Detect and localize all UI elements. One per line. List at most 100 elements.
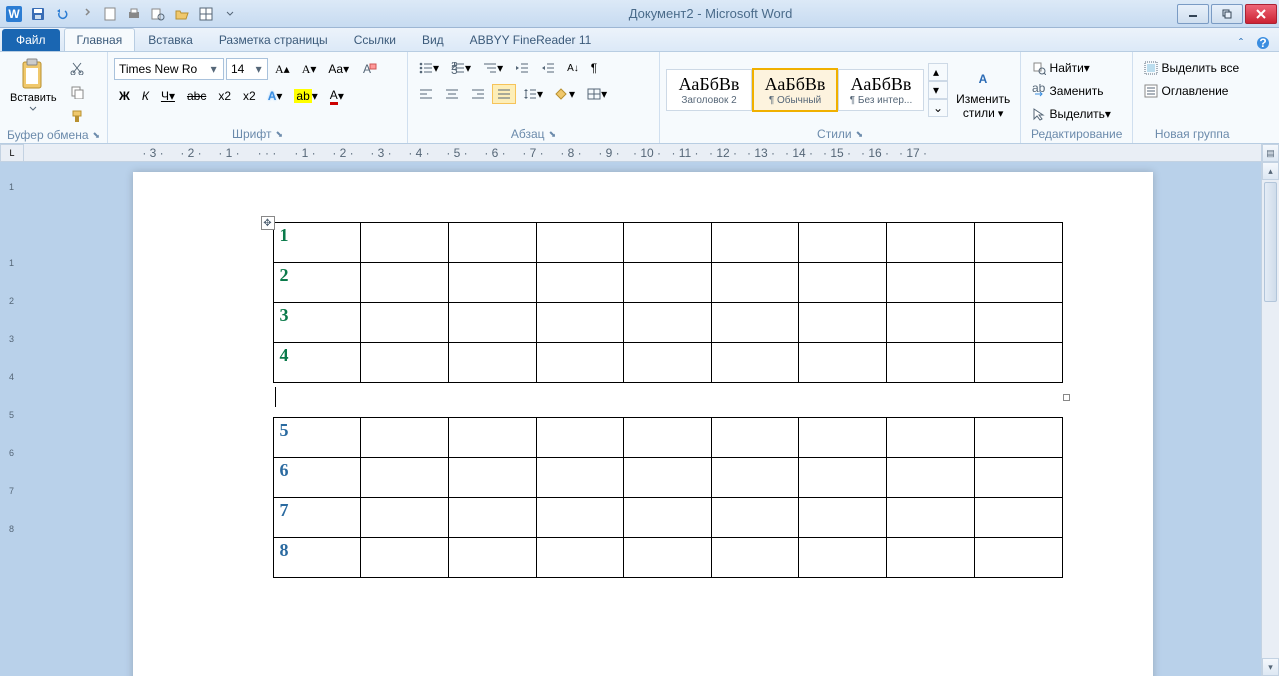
table-cell[interactable]: [887, 343, 975, 383]
table-cell[interactable]: [799, 418, 887, 458]
cut-button[interactable]: [65, 58, 89, 78]
new-doc-icon[interactable]: [100, 4, 120, 24]
format-painter-button[interactable]: [65, 106, 89, 126]
bold-button[interactable]: Ж: [114, 86, 135, 106]
minimize-button[interactable]: [1177, 4, 1209, 24]
table-icon[interactable]: [196, 4, 216, 24]
table-cell[interactable]: [361, 458, 449, 498]
table-cell[interactable]: [361, 303, 449, 343]
table-cell[interactable]: [624, 343, 712, 383]
word-app-icon[interactable]: W: [4, 4, 24, 24]
table-cell[interactable]: [711, 418, 799, 458]
table-cell[interactable]: [624, 263, 712, 303]
table-cell[interactable]: [711, 538, 799, 578]
table-cell[interactable]: [361, 418, 449, 458]
preview-icon[interactable]: [148, 4, 168, 24]
table-cell[interactable]: [448, 223, 536, 263]
dialog-launcher-icon[interactable]: ⬊: [856, 129, 864, 140]
style-normal[interactable]: АаБбВв¶ Обычный: [752, 68, 838, 112]
table-cell[interactable]: [448, 538, 536, 578]
superscript-button[interactable]: x2: [238, 86, 261, 106]
styles-scroll-down[interactable]: ▾: [928, 81, 948, 99]
redo-icon[interactable]: [76, 4, 96, 24]
font-size-combo[interactable]: ▾: [226, 58, 268, 80]
table-cell[interactable]: [799, 303, 887, 343]
ruler-toggle-icon[interactable]: ▤: [1262, 144, 1279, 162]
tab-home[interactable]: Главная: [64, 28, 136, 51]
table-cell[interactable]: [974, 498, 1062, 538]
tab-view[interactable]: Вид: [409, 28, 457, 51]
table-cell[interactable]: [536, 418, 624, 458]
dialog-launcher-icon[interactable]: ⬊: [549, 129, 557, 140]
save-icon[interactable]: [28, 4, 48, 24]
table-cell[interactable]: [799, 263, 887, 303]
table-cell[interactable]: [799, 498, 887, 538]
highlight-button[interactable]: ab▾: [289, 86, 322, 106]
grow-font-button[interactable]: A▴: [270, 59, 295, 79]
table-cell[interactable]: [887, 498, 975, 538]
change-styles-button[interactable]: A Изменитьстили ▾: [952, 55, 1014, 123]
font-name-combo[interactable]: ▾: [114, 58, 224, 80]
bullets-button[interactable]: ▾: [414, 58, 444, 78]
table-cell[interactable]: [536, 343, 624, 383]
table-cell[interactable]: 7: [273, 498, 361, 538]
copy-button[interactable]: [65, 82, 89, 102]
table-cell[interactable]: [624, 303, 712, 343]
table-cell[interactable]: [799, 538, 887, 578]
table-cell[interactable]: [711, 303, 799, 343]
vertical-scrollbar[interactable]: ▤ ▴ ▾: [1261, 144, 1279, 676]
show-marks-button[interactable]: ¶: [586, 58, 602, 78]
tab-layout[interactable]: Разметка страницы: [206, 28, 341, 51]
table-cell[interactable]: [448, 498, 536, 538]
table-cell[interactable]: 6: [273, 458, 361, 498]
table-cell[interactable]: [448, 458, 536, 498]
shrink-font-button[interactable]: A▾: [297, 59, 322, 79]
table-cell[interactable]: [624, 538, 712, 578]
dialog-launcher-icon[interactable]: ⬊: [275, 129, 283, 140]
close-button[interactable]: [1245, 4, 1277, 24]
minimize-ribbon-icon[interactable]: ˆ: [1233, 35, 1249, 51]
table-cell[interactable]: [536, 223, 624, 263]
table-cell[interactable]: 2: [273, 263, 361, 303]
table-cell[interactable]: [799, 223, 887, 263]
table-cell[interactable]: [361, 343, 449, 383]
styles-scroll-up[interactable]: ▴: [928, 63, 948, 81]
scroll-thumb[interactable]: [1264, 182, 1277, 302]
table-cell[interactable]: [361, 498, 449, 538]
table-cell[interactable]: [799, 458, 887, 498]
increase-indent-button[interactable]: [536, 58, 560, 78]
table-cell[interactable]: [536, 538, 624, 578]
table-cell[interactable]: [974, 223, 1062, 263]
open-icon[interactable]: [172, 4, 192, 24]
italic-button[interactable]: К: [137, 86, 154, 106]
table-cell[interactable]: [624, 223, 712, 263]
align-right-button[interactable]: [466, 84, 490, 104]
table-cell[interactable]: [448, 418, 536, 458]
table-cell[interactable]: 3: [273, 303, 361, 343]
sort-button[interactable]: A↓: [562, 58, 584, 78]
table-cell[interactable]: [887, 303, 975, 343]
table-cell[interactable]: [361, 263, 449, 303]
table-2[interactable]: 5678: [273, 417, 1063, 578]
scroll-down-button[interactable]: ▾: [1262, 658, 1279, 676]
tab-abbyy[interactable]: ABBYY FineReader 11: [457, 28, 605, 51]
table-cell[interactable]: 8: [273, 538, 361, 578]
undo-icon[interactable]: [52, 4, 72, 24]
document-canvas[interactable]: ✥ 1234 5678: [24, 162, 1261, 676]
table-cell[interactable]: 4: [273, 343, 361, 383]
numbering-button[interactable]: 123▾: [446, 58, 476, 78]
table-cell[interactable]: [974, 538, 1062, 578]
multilevel-list-button[interactable]: ▾: [478, 58, 508, 78]
table-cell[interactable]: [711, 343, 799, 383]
table-cell[interactable]: 1: [273, 223, 361, 263]
scroll-up-button[interactable]: ▴: [1262, 162, 1279, 180]
table-cell[interactable]: [448, 303, 536, 343]
maximize-button[interactable]: [1211, 4, 1243, 24]
styles-expand[interactable]: ⌄: [928, 99, 948, 117]
table-cell[interactable]: [536, 303, 624, 343]
table-cell[interactable]: [974, 418, 1062, 458]
table-cell[interactable]: [887, 538, 975, 578]
horizontal-ruler[interactable]: · 3 ·· 2 ·· 1 ·· · ·· 1 ·· 2 ·· 3 ·· 4 ·…: [24, 144, 1261, 162]
table-cell[interactable]: [361, 538, 449, 578]
table-cell[interactable]: [624, 458, 712, 498]
